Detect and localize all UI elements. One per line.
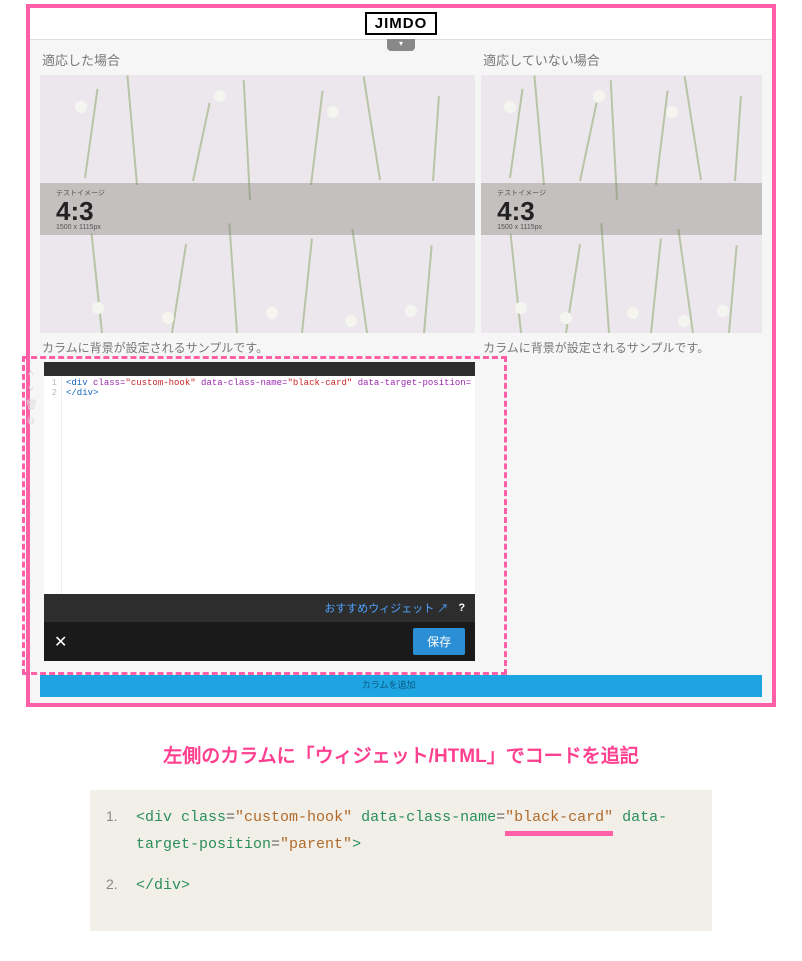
recommended-widget-link[interactable]: おすすめウィジェット ↗	[324, 600, 448, 616]
code-row-2: 2. </div>	[106, 872, 696, 899]
code-token: </div>	[66, 388, 98, 398]
line-number: 1.	[106, 808, 136, 824]
code-area[interactable]: 1 2 <div class="custom-hook" data-class-…	[44, 376, 475, 594]
ratio-text: 4:3	[56, 198, 105, 224]
gutter-line: 2	[44, 388, 57, 398]
ratio-band: テストイメージ 4:3 1500 x 1115px	[481, 183, 762, 235]
chevron-up-icon[interactable]: ˄	[25, 368, 37, 380]
left-column: 適応した場合	[40, 46, 475, 661]
gutter-line: 1	[44, 378, 57, 388]
left-caption: カラムに背景が設定されるサンプルです。	[40, 333, 475, 362]
screenshot-frame: JIMDO ▾ 適応した場合	[26, 4, 776, 707]
right-column: 適応していない場合	[481, 46, 762, 661]
trash-icon[interactable]: 🗑	[25, 400, 37, 412]
columns-container: 適応した場合	[30, 40, 772, 661]
editor-toolbar	[44, 362, 475, 376]
add-column-bar[interactable]: カラムを追加	[40, 675, 762, 697]
right-column-title: 適応していない場合	[481, 46, 762, 75]
highlighted-value-part2: card"	[568, 804, 613, 831]
html-editor: 1 2 <div class="custom-hook" data-class-…	[44, 362, 475, 661]
right-sample-image: テストイメージ 4:3 1500 x 1115px	[481, 75, 762, 333]
line-gutter: 1 2	[44, 376, 62, 594]
instruction-text: 左側のカラムに「ウィジェット/HTML」でコードを追記	[0, 741, 802, 768]
chevron-down-icon[interactable]: ˅	[25, 384, 37, 396]
code-row-1: 1. <div class="custom-hook" data-class-n…	[106, 804, 696, 858]
line-number: 2.	[106, 876, 136, 892]
ratio-dims: 1500 x 1115px	[497, 224, 546, 231]
ratio-dims: 1500 x 1115px	[56, 224, 105, 231]
save-button[interactable]: 保存	[413, 628, 465, 655]
right-caption: カラムに背景が設定されるサンプルです。	[481, 333, 762, 362]
code-line-2: </div>	[136, 872, 696, 899]
editor-save-row: ✕ 保存	[44, 622, 475, 661]
editor-icon-strip: ˄ ˅ 🗑 ⧉	[22, 368, 40, 428]
code-token: class=	[93, 378, 125, 388]
code-token: "custom-hook"	[125, 378, 195, 388]
ratio-band: テストイメージ 4:3 1500 x 1115px	[40, 183, 475, 235]
editor-dashed-wrap: ˄ ˅ 🗑 ⧉ 1 2 <div	[16, 362, 475, 661]
editor-footer: おすすめウィジェット ↗ ?	[44, 594, 475, 622]
app-topbar: JIMDO ▾	[30, 8, 772, 40]
code-snippet-block: 1. <div class="custom-hook" data-class-n…	[90, 790, 712, 931]
left-sample-image: テストイメージ 4:3 1500 x 1115px	[40, 75, 475, 333]
ratio-text: 4:3	[497, 198, 546, 224]
highlighted-value-part1: "black-	[505, 804, 568, 831]
code-line-1: <div class="custom-hook" data-class-name…	[136, 804, 696, 858]
jimdo-logo: JIMDO	[365, 12, 438, 35]
code-token: data-target-position=	[358, 378, 471, 388]
code-token: "black-card"	[287, 378, 352, 388]
copy-icon[interactable]: ⧉	[25, 416, 37, 428]
add-column-label: カラムを追加	[362, 678, 416, 691]
code-token: data-class-name=	[201, 378, 287, 388]
dropdown-tab-icon[interactable]: ▾	[387, 39, 415, 51]
close-icon[interactable]: ✕	[54, 632, 67, 652]
code-token: <div	[66, 378, 88, 388]
code-lines[interactable]: <div class="custom-hook" data-class-name…	[62, 376, 475, 594]
help-icon[interactable]: ?	[458, 602, 465, 614]
